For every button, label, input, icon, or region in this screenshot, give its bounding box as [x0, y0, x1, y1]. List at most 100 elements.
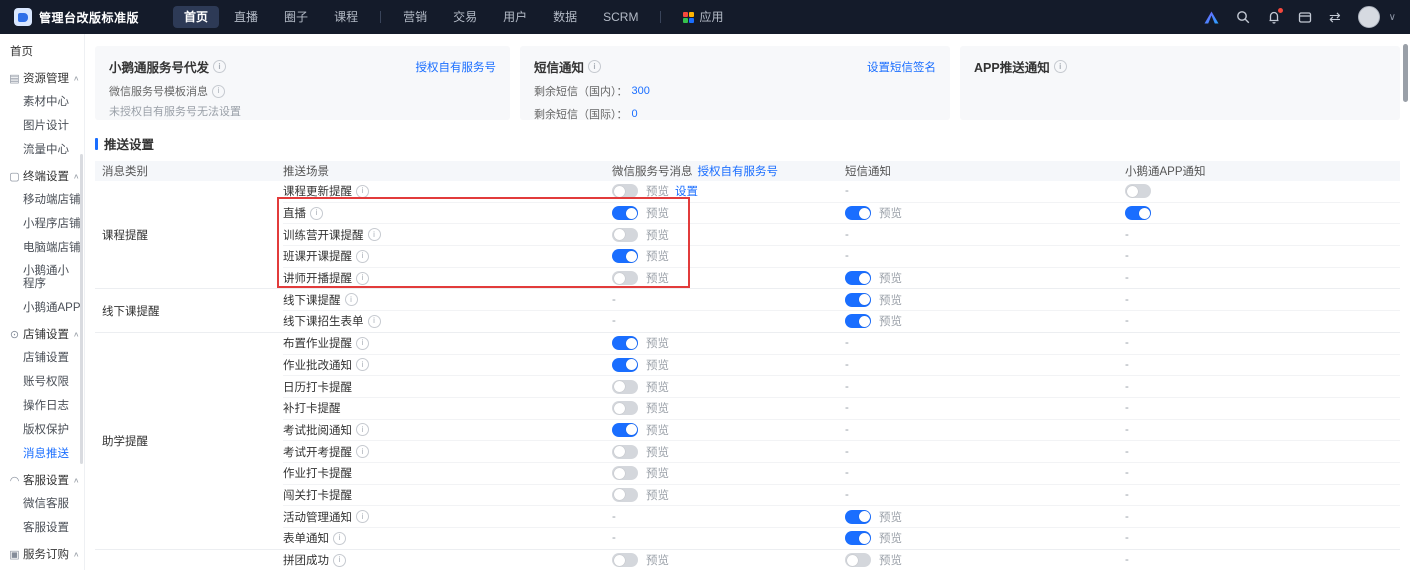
- authorize-own-service-account-link[interactable]: 授权自有服务号: [416, 59, 497, 75]
- brand-triangle-icon[interactable]: [1204, 11, 1219, 24]
- info-icon[interactable]: i: [345, 293, 358, 306]
- sidebar-item-消息推送[interactable]: 消息推送: [0, 442, 84, 466]
- info-icon[interactable]: i: [368, 228, 381, 241]
- preview-link[interactable]: 预览: [879, 205, 902, 221]
- preview-link[interactable]: 预览: [646, 248, 669, 264]
- wechat-toggle[interactable]: [612, 466, 638, 480]
- preview-link[interactable]: 预览: [646, 444, 669, 460]
- wechat-toggle[interactable]: [612, 206, 638, 220]
- settings-link[interactable]: 设置: [675, 183, 698, 199]
- nav-item-数据[interactable]: 数据: [542, 6, 588, 28]
- sidebar-group-服务订购[interactable]: ▣服务订购∧: [0, 542, 84, 566]
- info-icon[interactable]: i: [1054, 60, 1067, 73]
- sidebar-item-小鹅通APP[interactable]: 小鹅通APP: [0, 296, 84, 320]
- preview-link[interactable]: 预览: [646, 335, 669, 351]
- info-icon[interactable]: i: [356, 337, 369, 350]
- preview-link[interactable]: 预览: [879, 509, 902, 525]
- info-icon[interactable]: i: [356, 185, 369, 198]
- preview-link[interactable]: 预览: [646, 400, 669, 416]
- info-icon[interactable]: i: [333, 554, 346, 567]
- wechat-toggle[interactable]: [612, 401, 638, 415]
- wechat-toggle[interactable]: [612, 184, 638, 198]
- sidebar-item-操作日志[interactable]: 操作日志: [0, 394, 84, 418]
- search-icon[interactable]: [1236, 10, 1250, 24]
- nav-item-用户[interactable]: 用户: [492, 6, 538, 28]
- sidebar-scrollbar[interactable]: [80, 154, 83, 464]
- info-icon[interactable]: i: [356, 423, 369, 436]
- wechat-toggle[interactable]: [612, 271, 638, 285]
- info-icon[interactable]: i: [356, 510, 369, 523]
- sidebar-item-客服设置[interactable]: 客服设置: [0, 516, 84, 540]
- app-toggle[interactable]: [1125, 184, 1151, 198]
- info-icon[interactable]: i: [588, 60, 601, 73]
- preview-link[interactable]: 预览: [879, 292, 902, 308]
- page-scrollbar[interactable]: [1403, 44, 1408, 102]
- preview-link[interactable]: 预览: [879, 552, 902, 568]
- info-icon[interactable]: i: [356, 272, 369, 285]
- sms-toggle[interactable]: [845, 314, 871, 328]
- workbench-icon[interactable]: [1298, 11, 1312, 24]
- sidebar-item-home[interactable]: 首页: [0, 40, 84, 64]
- sidebar-item-版权保护[interactable]: 版权保护: [0, 418, 84, 442]
- authorize-own-service-account-link[interactable]: 授权自有服务号: [698, 166, 779, 178]
- preview-link[interactable]: 预览: [646, 205, 669, 221]
- sms-toggle[interactable]: [845, 271, 871, 285]
- info-icon[interactable]: i: [333, 532, 346, 545]
- info-icon[interactable]: i: [356, 358, 369, 371]
- preview-link[interactable]: 预览: [646, 227, 669, 243]
- notification-bell-icon[interactable]: [1267, 10, 1281, 24]
- sms-toggle[interactable]: [845, 206, 871, 220]
- sidebar-item-流量中心[interactable]: 流量中心: [0, 138, 84, 162]
- preview-link[interactable]: 预览: [646, 270, 669, 286]
- nav-item-直播[interactable]: 直播: [223, 6, 269, 28]
- wechat-toggle[interactable]: [612, 488, 638, 502]
- preview-link[interactable]: 预览: [646, 183, 669, 199]
- avatar[interactable]: [1358, 6, 1380, 28]
- sidebar-item-图片设计[interactable]: 图片设计: [0, 114, 84, 138]
- sidebar-item-账号权限[interactable]: 账号权限: [0, 370, 84, 394]
- preview-link[interactable]: 预览: [646, 357, 669, 373]
- preview-link[interactable]: 预览: [646, 379, 669, 395]
- wechat-toggle[interactable]: [612, 380, 638, 394]
- wechat-toggle[interactable]: [612, 336, 638, 350]
- set-sms-signature-link[interactable]: 设置短信签名: [867, 59, 936, 75]
- preview-link[interactable]: 预览: [879, 270, 902, 286]
- sidebar-group-终端设置[interactable]: ▢终端设置∧: [0, 164, 84, 188]
- sidebar-item-小程序店铺[interactable]: 小程序店铺: [0, 212, 84, 236]
- nav-item-课程[interactable]: 课程: [323, 6, 369, 28]
- info-icon[interactable]: i: [212, 85, 225, 98]
- sidebar-group-资源管理[interactable]: ▤资源管理∧: [0, 66, 84, 90]
- sms-toggle[interactable]: [845, 531, 871, 545]
- sidebar-item-电脑端店铺[interactable]: 电脑端店铺: [0, 236, 84, 260]
- chevron-down-icon[interactable]: ∨: [1389, 12, 1396, 23]
- sidebar-group-店铺设置[interactable]: ⊙店铺设置∧: [0, 322, 84, 346]
- sidebar-item-服务订购[interactable]: 服务订购: [0, 566, 84, 570]
- sidebar-item-微信客服[interactable]: 微信客服: [0, 492, 84, 516]
- preview-link[interactable]: 预览: [879, 530, 902, 546]
- info-icon[interactable]: i: [213, 60, 226, 73]
- nav-item-首页[interactable]: 首页: [173, 6, 219, 28]
- sidebar-item-移动端店铺[interactable]: 移动端店铺: [0, 188, 84, 212]
- wechat-toggle[interactable]: [612, 228, 638, 242]
- nav-item-应用[interactable]: 应用: [672, 6, 734, 28]
- preview-link[interactable]: 预览: [646, 465, 669, 481]
- sms-toggle[interactable]: [845, 293, 871, 307]
- preview-link[interactable]: 预览: [646, 552, 669, 568]
- app-toggle[interactable]: [1125, 206, 1151, 220]
- info-icon[interactable]: i: [368, 315, 381, 328]
- wechat-toggle[interactable]: [612, 249, 638, 263]
- info-icon[interactable]: i: [356, 445, 369, 458]
- wechat-toggle[interactable]: [612, 553, 638, 567]
- nav-item-营销[interactable]: 营销: [392, 6, 438, 28]
- preview-link[interactable]: 预览: [646, 422, 669, 438]
- sidebar-item-素材中心[interactable]: 素材中心: [0, 90, 84, 114]
- info-icon[interactable]: i: [310, 207, 323, 220]
- sidebar-item-小鹅通小程序[interactable]: 小鹅通小程序: [0, 260, 79, 296]
- preview-link[interactable]: 预览: [879, 313, 902, 329]
- wechat-toggle[interactable]: [612, 358, 638, 372]
- wechat-toggle[interactable]: [612, 423, 638, 437]
- sidebar-item-店铺设置[interactable]: 店铺设置: [0, 346, 84, 370]
- switch-account-icon[interactable]: ⇄: [1329, 10, 1341, 24]
- info-icon[interactable]: i: [356, 250, 369, 263]
- nav-item-SCRM[interactable]: SCRM: [592, 6, 649, 28]
